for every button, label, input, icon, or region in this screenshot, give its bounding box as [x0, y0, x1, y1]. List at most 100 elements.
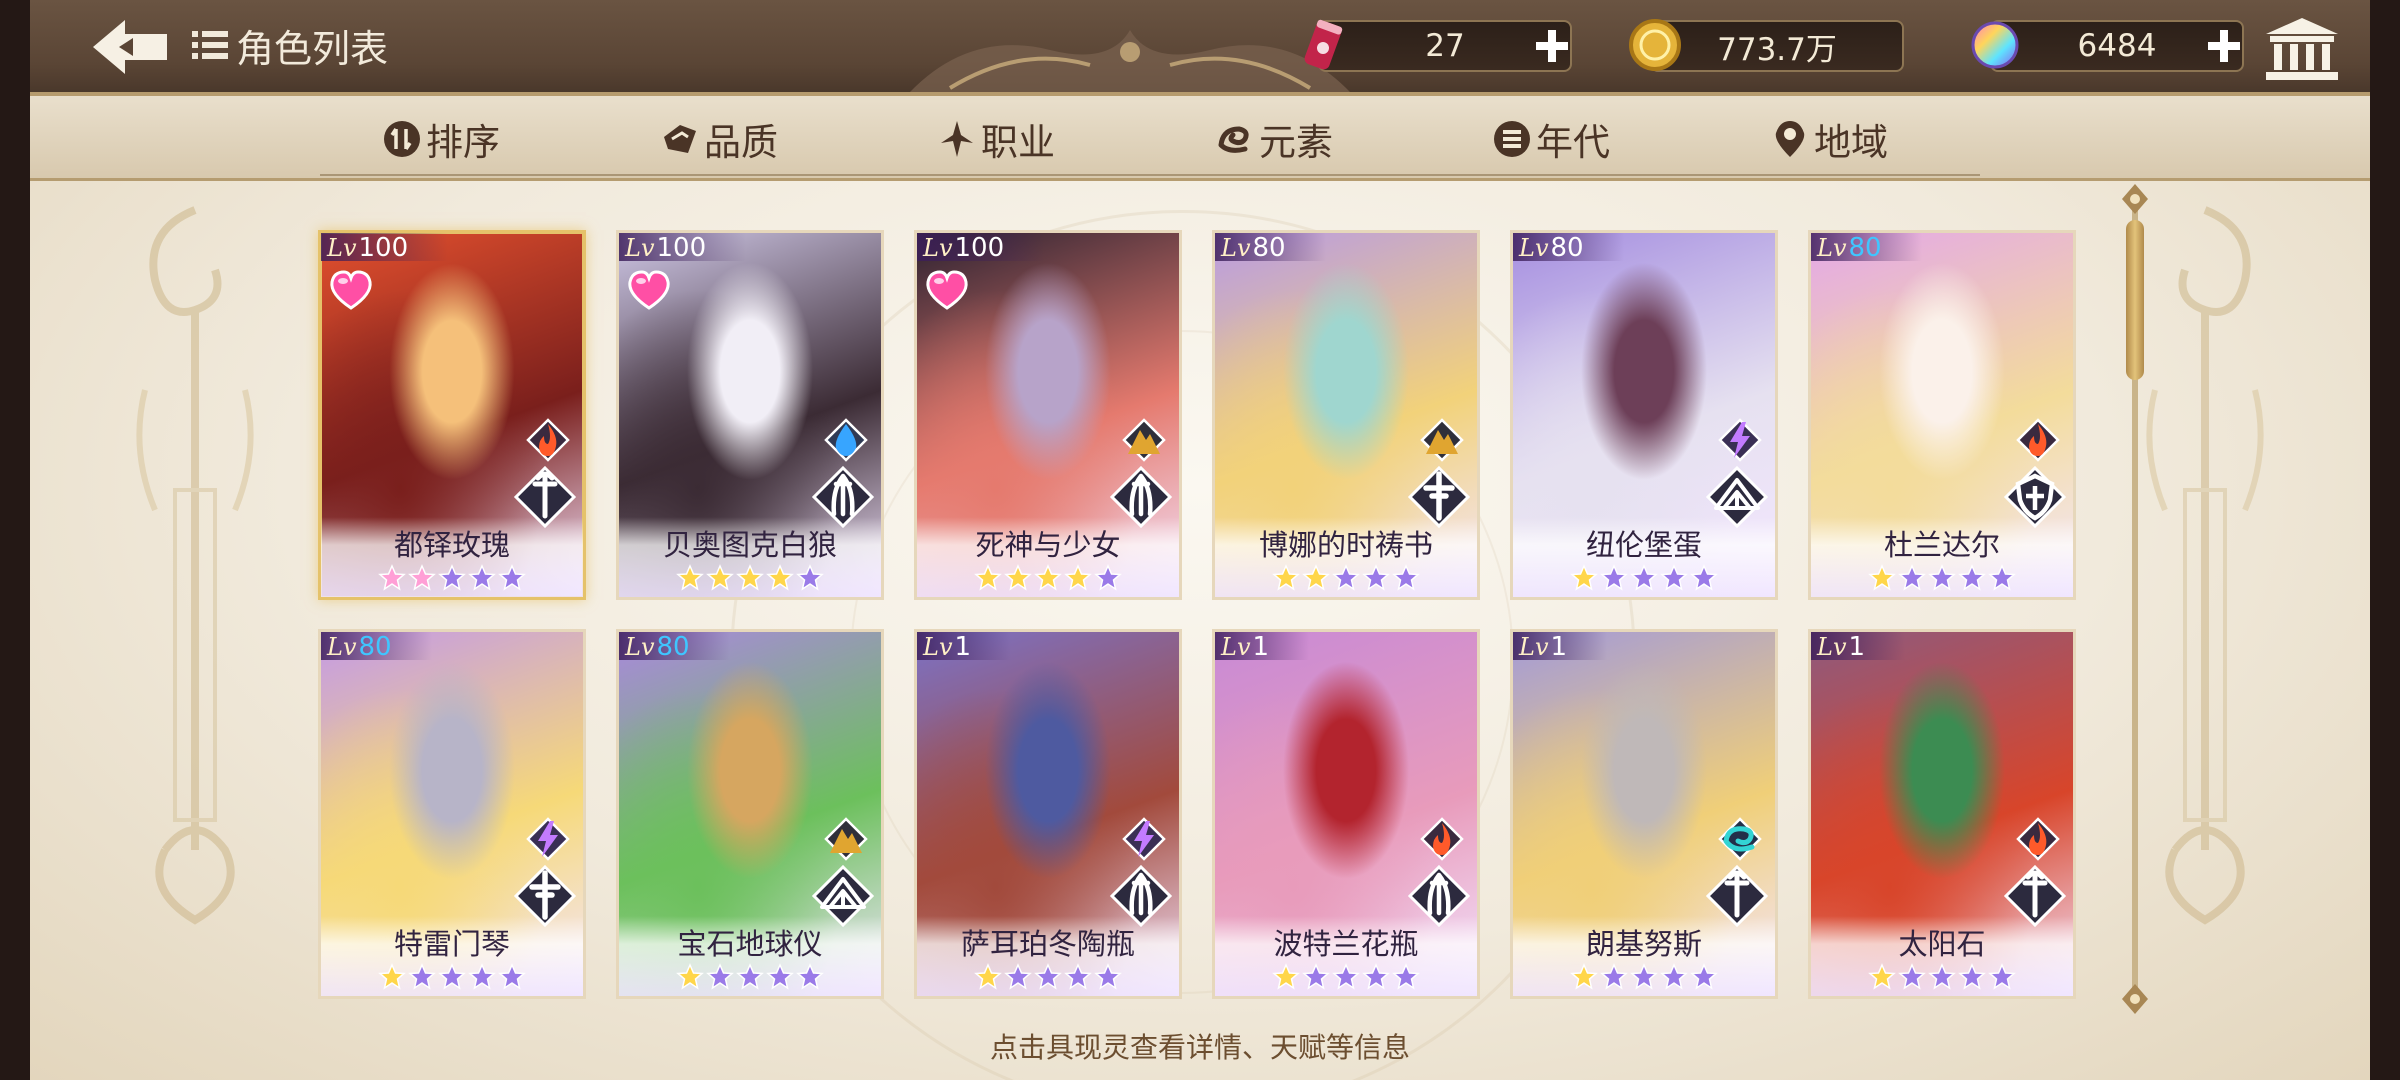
star-empty-icon [796, 564, 824, 591]
character-card[interactable]: Lv 100 死神与少女 [914, 230, 1182, 600]
tab-quality[interactable]: 品质 [660, 114, 778, 164]
star-filled-icon [974, 963, 1002, 990]
character-name: 贝奥图克白狼 [662, 528, 837, 562]
star-empty-icon [1690, 963, 1718, 990]
star-filled-icon [1272, 564, 1300, 591]
star-empty-icon [1660, 564, 1688, 591]
tab-sort-label: 排序 [426, 121, 500, 164]
tab-class[interactable]: 职业 [937, 114, 1055, 164]
scroll-bottom-cap [2122, 984, 2148, 1014]
top-ornament [910, 30, 1350, 92]
level-value: 1 [954, 632, 972, 662]
star-empty-icon [408, 963, 436, 990]
character-name: 纽伦堡蛋 [1585, 528, 1702, 562]
star-rating [1808, 564, 2076, 592]
tab-location[interactable]: 地域 [1770, 114, 1888, 164]
level-value: 1 [1550, 632, 1568, 662]
character-card[interactable]: Lv 100 贝奥图克白狼 [616, 230, 884, 600]
sword-class-icon [1706, 865, 1768, 927]
claw-class-icon [1110, 466, 1172, 528]
star-filled-icon [766, 564, 794, 591]
star-filled-icon [1570, 564, 1598, 591]
right-ornament [2146, 206, 2264, 925]
star-empty-icon [1392, 963, 1420, 990]
book-class-icon [1706, 466, 1768, 528]
tab-sort[interactable]: 排序 [382, 114, 500, 164]
star-filled-icon [676, 564, 704, 591]
back-button[interactable] [85, 14, 175, 80]
add-gem-button[interactable] [2204, 26, 2244, 66]
tab-element-label: 元素 [1259, 121, 1333, 164]
add-stamina-button[interactable] [1532, 26, 1572, 66]
star-empty-icon [1600, 963, 1628, 990]
left-ornament [136, 206, 254, 925]
favorite-heart-icon [330, 270, 372, 310]
star-empty-icon [1064, 963, 1092, 990]
gold-coin-icon [1629, 19, 1681, 71]
level-prefix: Lv [1519, 234, 1549, 262]
location-icon [1775, 121, 1805, 157]
claw-class-icon [1110, 865, 1172, 927]
character-card[interactable]: Lv 80 纽伦堡蛋 [1510, 230, 1778, 600]
character-card[interactable]: Lv 80 宝石地球仪 [616, 629, 884, 999]
character-card[interactable]: Lv 1 太阳石 [1808, 629, 2076, 999]
star-rating [1212, 963, 1480, 991]
sort-icon [384, 121, 420, 157]
star-empty-icon [1928, 963, 1956, 990]
gold-value: 773.7万 [1717, 31, 1837, 68]
tab-location-label: 地域 [1814, 121, 1888, 164]
star-empty-icon [1094, 963, 1122, 990]
level-prefix: Lv [923, 633, 953, 661]
character-card[interactable]: Lv 100 都铎玫瑰 [318, 230, 586, 600]
tab-element[interactable]: 元素 [1215, 114, 1333, 164]
character-card[interactable]: Lv 80 博娜的时祷书 [1212, 230, 1480, 600]
sword-class-icon [514, 466, 576, 528]
star-rating [318, 963, 586, 991]
level-prefix: Lv [923, 234, 953, 262]
character-card[interactable]: Lv 1 波特兰花瓶 [1212, 629, 1480, 999]
page-title: 角色列表 [190, 20, 388, 71]
tab-quality-label: 品质 [704, 121, 778, 164]
level-tag: Lv 80 [619, 632, 730, 662]
star-empty-icon [1094, 564, 1122, 591]
gold-counter: 773.7万 [1629, 19, 1904, 72]
level-tag: Lv 80 [1215, 233, 1326, 263]
star-rating [616, 564, 884, 592]
character-name: 博娜的时祷书 [1258, 528, 1433, 562]
star-rating [318, 564, 586, 592]
scrollbar-thumb[interactable] [2126, 220, 2144, 380]
character-card[interactable]: Lv 80 特雷门琴 [318, 629, 586, 999]
star-empty-icon [468, 963, 496, 990]
star-empty-icon [1988, 963, 2016, 990]
character-card[interactable]: Lv 1 朗基努斯 [1510, 629, 1778, 999]
star-empty-icon [1004, 963, 1032, 990]
level-tag: Lv 1 [1811, 632, 1906, 662]
favorite-heart-icon [628, 270, 670, 310]
level-tag: Lv 100 [321, 233, 449, 263]
character-name: 特雷门琴 [393, 927, 510, 961]
screen-frame: 角色列表 27 773.7万 6484 排序 品质 职业 元素 年代 地域 Lv… [30, 0, 2370, 1080]
bank-icon[interactable] [2262, 14, 2342, 82]
character-name: 萨耳珀冬陶瓶 [960, 927, 1135, 961]
star-empty-icon [1928, 564, 1956, 591]
level-value: 100 [358, 233, 409, 263]
tab-era[interactable]: 年代 [1492, 114, 1610, 164]
level-value: 80 [358, 632, 392, 662]
star-empty-icon [1302, 963, 1330, 990]
character-name: 太阳石 [1898, 927, 1986, 961]
level-prefix: Lv [625, 633, 655, 661]
cross-class-icon [514, 865, 576, 927]
star-empty-icon [498, 963, 526, 990]
star-empty-icon [1600, 564, 1628, 591]
star-empty-icon [1362, 564, 1390, 591]
gem-icon [1971, 21, 2019, 69]
list-icon [192, 31, 228, 59]
star-filled-icon [1868, 963, 1896, 990]
level-prefix: Lv [1221, 234, 1251, 262]
character-card[interactable]: Lv 80 杜兰达尔 [1808, 230, 2076, 600]
character-card[interactable]: Lv 1 萨耳珀冬陶瓶 [914, 629, 1182, 999]
level-prefix: Lv [1519, 633, 1549, 661]
level-prefix: Lv [1221, 633, 1251, 661]
level-value: 1 [1252, 632, 1270, 662]
level-tag: Lv 1 [1513, 632, 1608, 662]
